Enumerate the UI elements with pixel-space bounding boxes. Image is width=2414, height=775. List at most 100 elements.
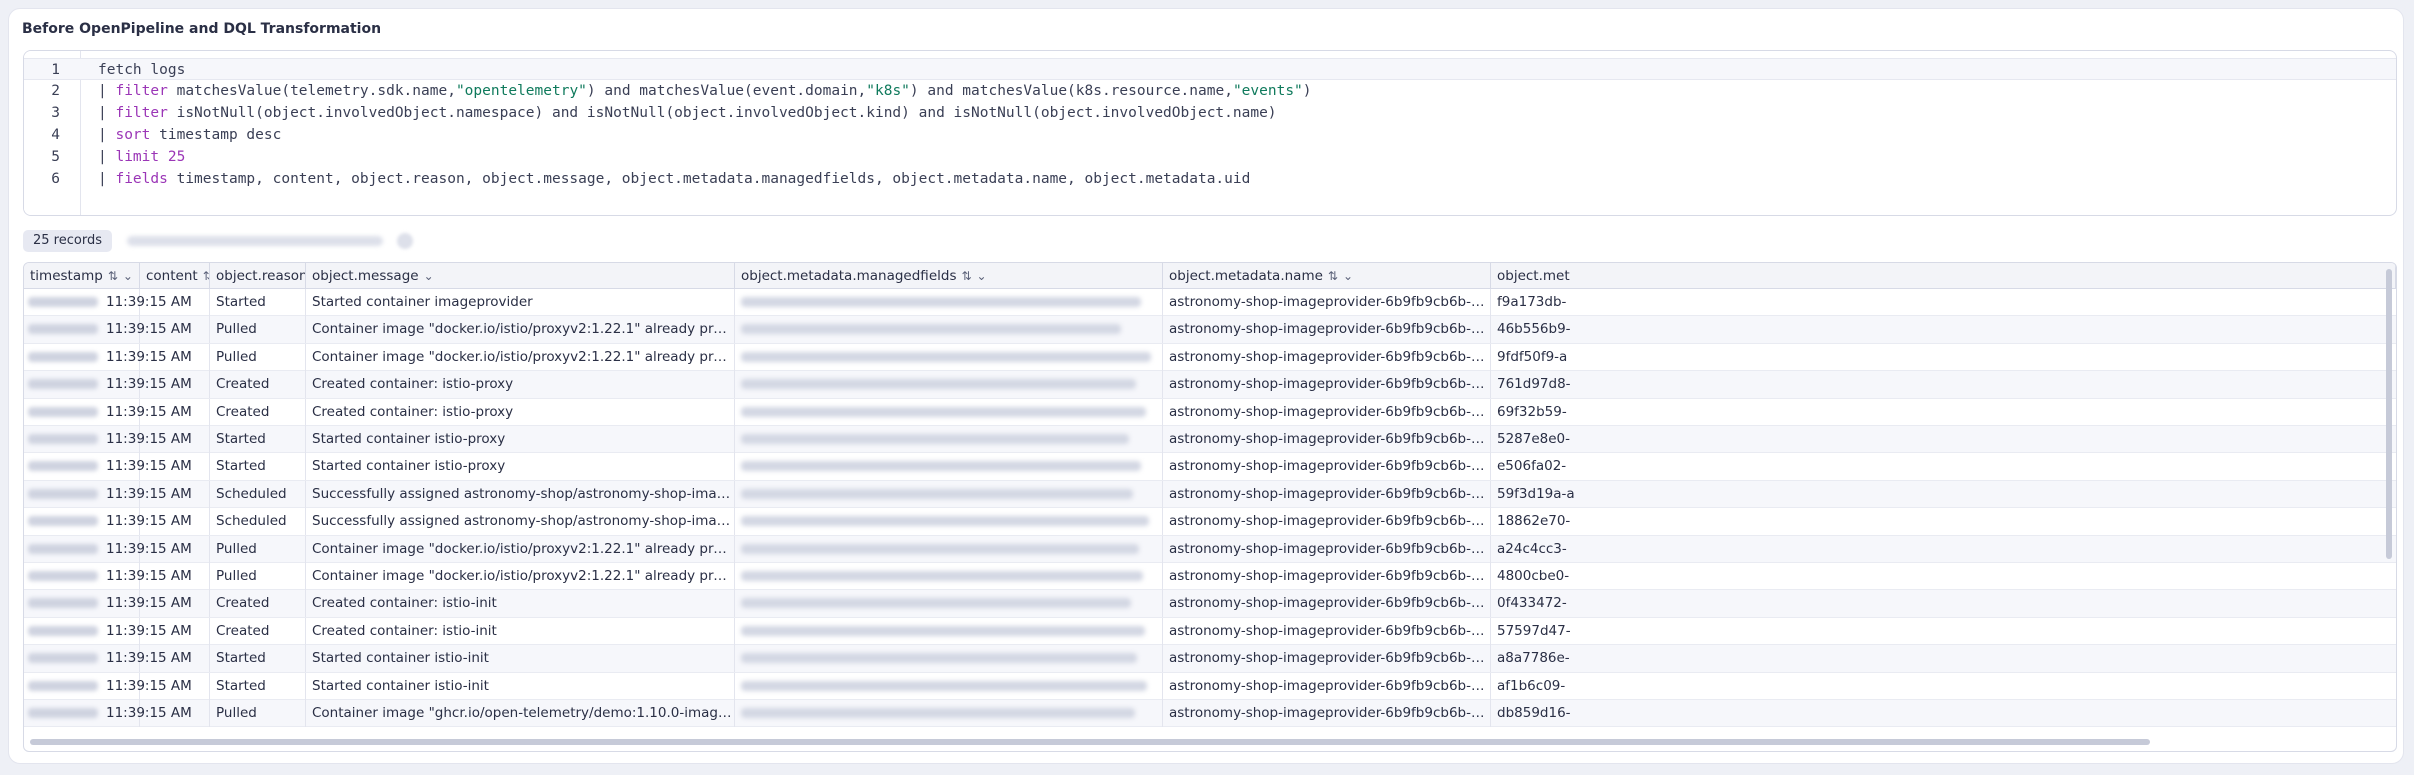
redacted-managedfields <box>741 625 1145 636</box>
table-row[interactable]: 11:39:15 AM Created Created container: ist… <box>24 617 2396 646</box>
redacted-date <box>28 625 98 636</box>
table-row[interactable]: 11:39:15 AM Started Started container isti… <box>24 453 2396 481</box>
horizontal-scrollbar[interactable] <box>30 739 2150 745</box>
table-row[interactable]: 11:39:15 AM Started Started container isti… <box>24 645 2396 673</box>
dql-token: | <box>98 127 116 143</box>
cell-timestamp: 11:39:15 AM <box>24 316 192 344</box>
dql-token: matchesValue(telemetry.sdk.name, <box>167 83 456 99</box>
redacted-date <box>28 434 98 444</box>
code-line[interactable]: 2 | filter matchesValue(telemetry.sdk.nam… <box>24 80 2396 102</box>
vertical-scrollbar[interactable] <box>2386 269 2392 559</box>
chevron-down-icon[interactable]: ⌄ <box>977 269 987 283</box>
cell-reason: Created <box>210 371 306 399</box>
redacted-managedfields <box>741 598 1131 609</box>
table-row[interactable]: 11:39:15 AM Pulled Container image "docker… <box>24 316 2396 344</box>
dql-token: timestamp, content, object.reason, objec… <box>167 171 1251 187</box>
table-row[interactable]: 11:39:15 AM Scheduled Successfully assigne… <box>24 508 2396 536</box>
code-line[interactable]: 5 | limit 25 <box>24 146 2396 168</box>
redacted-managedfields <box>741 461 1141 472</box>
cell-reason: Started <box>210 289 306 316</box>
cell-content <box>140 672 210 700</box>
table-row[interactable]: 11:39:15 AM Pulled Container image "docker… <box>24 535 2396 563</box>
dql-editor[interactable]: 1 fetch logs 2 | filter matchesValue(teleme… <box>23 50 2397 216</box>
cell-content <box>140 645 210 673</box>
redacted-managedfields <box>741 406 1146 417</box>
column-header-label: content <box>146 268 198 284</box>
cell-name: astronomy-shop-imageprovider-6b9fb9cb6b-… <box>1163 590 1491 618</box>
dql-token: ) and matchesValue(event.domain, <box>586 83 867 99</box>
column-header-object-metadata-name[interactable]: object.metadata.name ⇅ ⌄ <box>1163 263 1491 289</box>
sort-icon[interactable]: ⇅ <box>108 269 118 283</box>
code-line[interactable]: 6 | fields timestamp, content, object.rea… <box>24 168 2396 190</box>
cell-name: astronomy-shop-imageprovider-6b9fb9cb6b-… <box>1163 563 1491 590</box>
table-row[interactable]: 11:39:15 AM Pulled Container image "ghcr.i… <box>24 700 2396 728</box>
table-row[interactable]: 11:39:15 AM Created Created container: ist… <box>24 398 2396 426</box>
line-number: 4 <box>51 127 60 143</box>
table-row[interactable]: 11:39:15 AM Created Created container: ist… <box>24 371 2396 399</box>
column-header-object-met[interactable]: object.met <box>1491 263 2396 289</box>
cell-message: Started container istio-proxy <box>306 426 735 453</box>
cell-reason: Started <box>210 426 306 453</box>
column-header-object-message[interactable]: object.message ⌄ <box>306 263 735 289</box>
code-text: | filter matchesValue(telemetry.sdk.name… <box>98 80 1312 102</box>
table-row[interactable]: 11:39:15 AM Pulled Container image "docker… <box>24 343 2396 372</box>
column-header-object-metadata-managedfields[interactable]: object.metadata.managedfields ⇅ ⌄ <box>735 263 1163 289</box>
cell-name: astronomy-shop-imageprovider-6b9fb9cb6b-… <box>1163 426 1491 453</box>
cell-timestamp: 11:39:15 AM <box>24 480 192 508</box>
cell-name: astronomy-shop-imageprovider-6b9fb9cb6b-… <box>1163 480 1491 508</box>
sort-icon[interactable]: ⇅ <box>203 269 209 283</box>
line-number: 5 <box>51 149 60 165</box>
cell-managedfields <box>735 645 1163 673</box>
table-row[interactable]: 11:39:15 AM Started Started container isti… <box>24 426 2396 454</box>
sort-icon[interactable]: ⇅ <box>961 269 971 283</box>
column-header-timestamp[interactable]: timestamp ⇅ ⌄ <box>24 263 140 289</box>
dql-token: | <box>98 105 116 121</box>
cell-managedfields <box>735 672 1163 700</box>
cell-message: Started container istio-proxy <box>306 453 735 481</box>
code-line[interactable]: 1 fetch logs <box>24 58 2396 80</box>
cell-uid: 69f32b59- <box>1497 403 1567 420</box>
chevron-down-icon[interactable]: ⌄ <box>123 269 133 283</box>
table-row[interactable]: 11:39:15 AM Started Started container imag… <box>24 289 2396 317</box>
sort-icon[interactable]: ⇅ <box>1328 269 1338 283</box>
line-number: 2 <box>51 83 60 99</box>
cell-reason: Started <box>210 645 306 673</box>
cell-name: astronomy-shop-imageprovider-6b9fb9cb6b-… <box>1163 535 1491 563</box>
redacted-date <box>28 379 98 390</box>
cell-uid: a8a7786e- <box>1497 650 1570 667</box>
table-row[interactable]: 11:39:15 AM Pulled Container image "docker… <box>24 563 2396 591</box>
cell-reason: Started <box>210 453 306 481</box>
cell-message: Created container: istio-init <box>306 617 735 645</box>
cell-timestamp: 11:39:15 AM <box>24 563 192 590</box>
chevron-down-icon[interactable]: ⌄ <box>424 269 434 283</box>
table-row[interactable]: 11:39:15 AM Started Started container isti… <box>24 672 2396 700</box>
cell-uid: 9fdf50f9-a <box>1497 348 1568 365</box>
cell-timestamp: 11:39:15 AM <box>24 289 192 316</box>
chevron-down-icon[interactable]: ⌄ <box>1343 269 1353 283</box>
dql-token: | <box>98 83 116 99</box>
redacted-managedfields <box>741 324 1121 335</box>
cell-timestamp: 11:39:15 AM <box>24 672 192 700</box>
redacted-date <box>28 461 98 472</box>
redacted-info-icon <box>397 233 413 249</box>
table-row[interactable]: 11:39:15 AM Scheduled Successfully assigne… <box>24 480 2396 509</box>
cell-uid: db859d16- <box>1497 705 1571 721</box>
code-line[interactable]: 3 | filter isNotNull(object.involvedObjec… <box>24 102 2396 124</box>
code-line[interactable]: 4 | sort timestamp desc <box>24 124 2396 146</box>
redacted-date <box>28 488 98 499</box>
cell-reason: Started <box>210 672 306 700</box>
line-number: 3 <box>51 105 60 121</box>
query-result-card: Before OpenPipeline and DQL Transformati… <box>8 8 2404 764</box>
column-header-object-reason[interactable]: object.reason⇅⌄ <box>210 263 306 289</box>
cell-content <box>140 371 210 399</box>
redacted-managedfields <box>741 516 1149 527</box>
cell-reason: Pulled <box>210 563 306 590</box>
column-header-content[interactable]: content⇅⌄ <box>140 263 210 289</box>
dql-token: | <box>98 149 116 165</box>
cell-content <box>140 700 210 727</box>
dql-keyword: filter <box>115 83 168 99</box>
cell-reason: Scheduled <box>210 508 306 536</box>
cell-message: Container image "ghcr.io/open-telemetry/… <box>306 700 735 727</box>
dql-string: "opentelemetry" <box>455 83 587 99</box>
table-row[interactable]: 11:39:15 AM Created Created container: ist… <box>24 590 2396 618</box>
